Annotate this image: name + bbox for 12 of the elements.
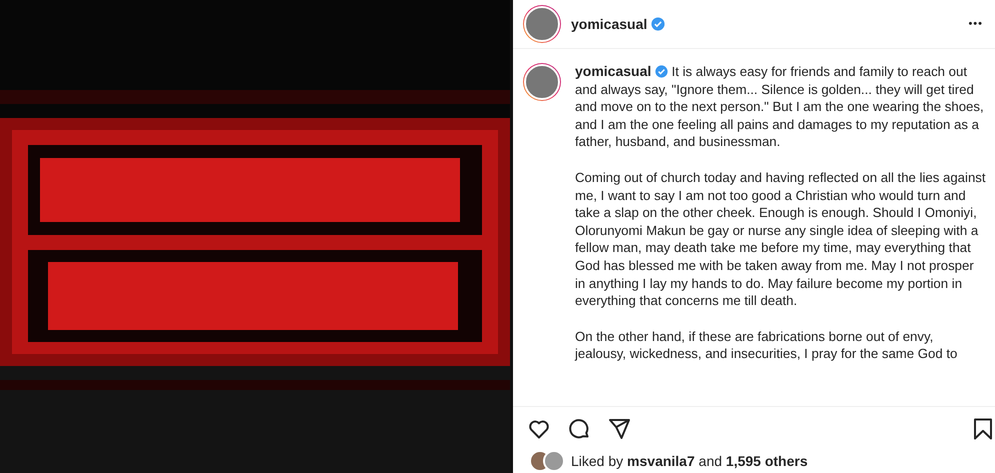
username-link[interactable]: yomicasual [571, 16, 648, 32]
caption-text: On the other hand, if these are fabrications borne out of envy, jealousy, wickedness, and insecurities, I pray for the same God to [575, 328, 958, 363]
comment-icon[interactable] [567, 417, 591, 441]
share-icon[interactable] [607, 417, 631, 441]
caption-text: Coming out of church today and having reflected on all the lies against me, I want to say I am not too good a Christian who would turn and take a slap on the other cheek. Enough is enough. Should I Omoniyi, Olorunyomi Makun be gay or nurse any single idea of sleeping with a fellow man, may death take me before my time, may everything that God has blessed me with be taken away from me. May I not prosper in anything I lay my hands to do. May failure become my portion in everything that concerns me till death. [575, 168, 987, 310]
avatar[interactable] [523, 5, 561, 43]
avatar[interactable] [523, 63, 561, 101]
more-options-button[interactable]: ••• [968, 18, 983, 30]
caption-text: yomicasual It is always easy for friends and family to reach out and always say, "Ignore them... Silence is golden... they will get tired and move on to the next person." But I am the one wearing the shoes, and I am the one feeling all pains and damages to my reputation as a father, husband, and businessman. [575, 63, 985, 151]
bookmark-icon[interactable] [971, 417, 995, 441]
username-link[interactable]: yomicasual [575, 63, 652, 79]
likes-text: Liked by msvanila7 and 1,595 others [571, 453, 808, 469]
